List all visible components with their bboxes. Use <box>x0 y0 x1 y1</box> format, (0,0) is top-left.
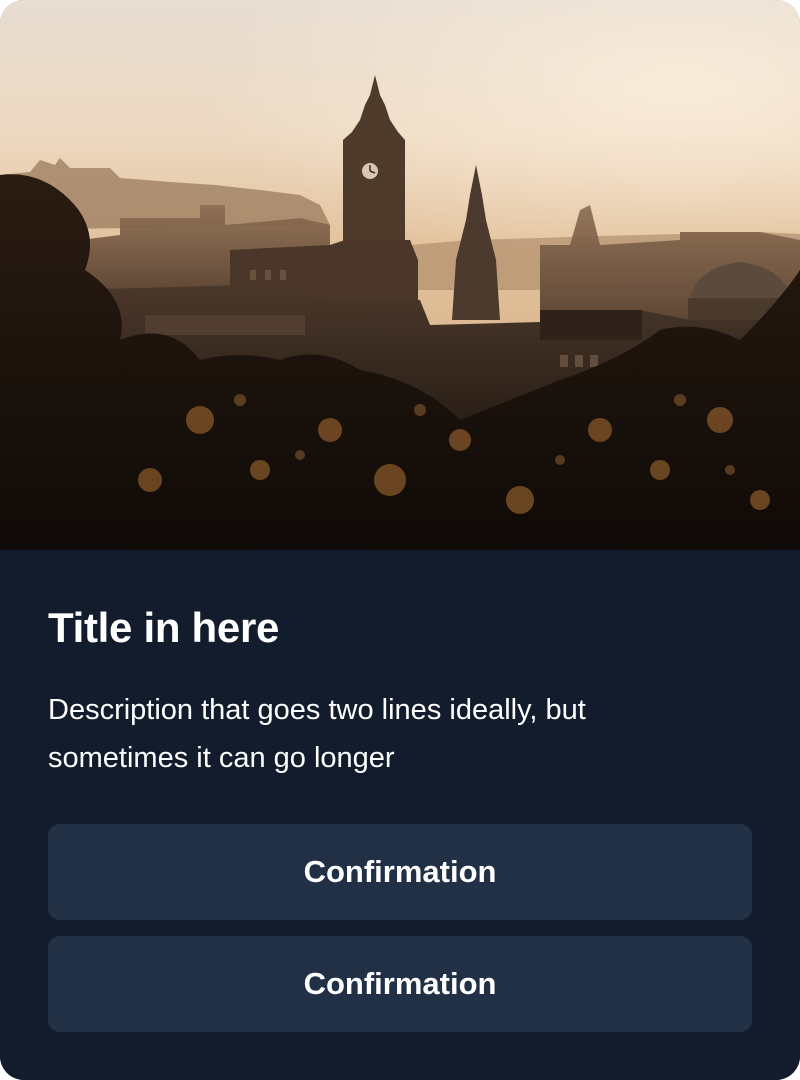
card-title: Title in here <box>48 604 280 651</box>
confirmation-button-primary[interactable]: Confirmation <box>48 824 752 920</box>
card-description: Description that goes two lines ideally,… <box>48 694 586 774</box>
city-skyline-photo <box>0 0 800 550</box>
dialog-card: Title in here Description that goes two … <box>0 0 800 1080</box>
confirmation-button-secondary[interactable]: Confirmation <box>48 936 752 1032</box>
hero-image <box>0 0 800 550</box>
